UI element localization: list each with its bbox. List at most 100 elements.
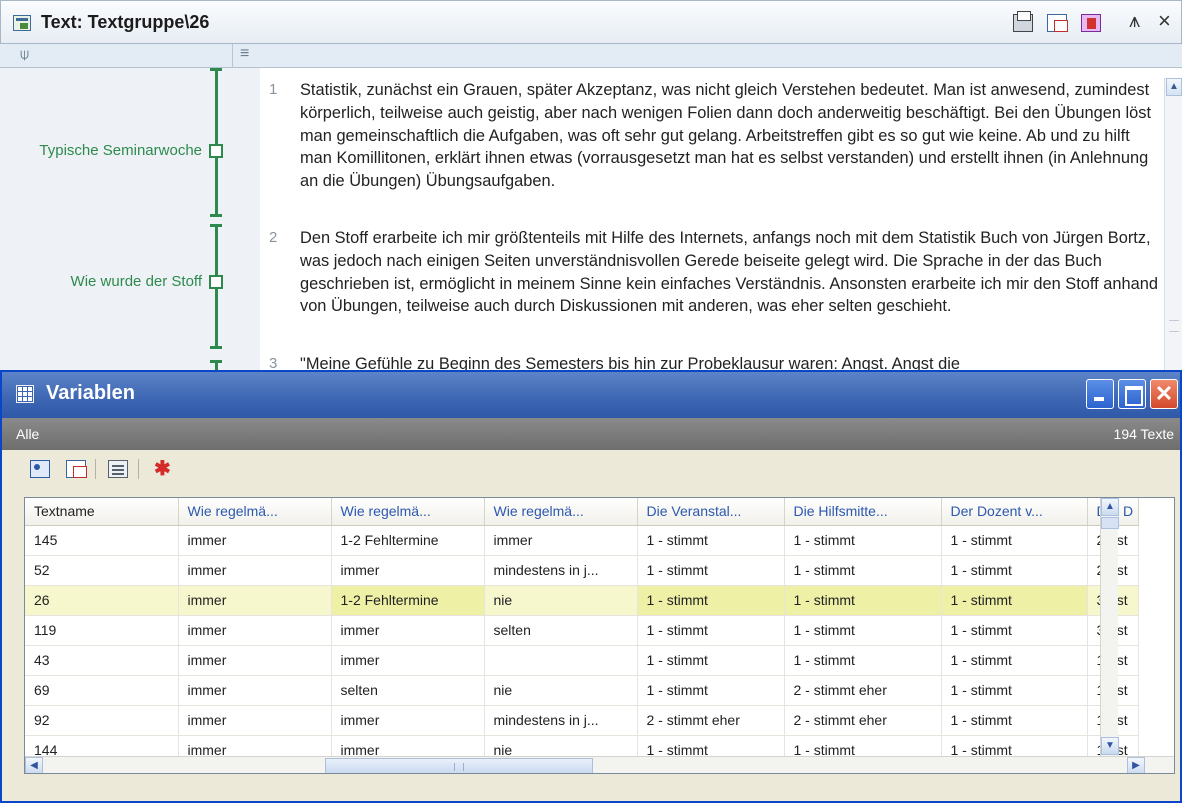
scroll-grip[interactable] [1169,320,1179,332]
collapse-icon[interactable]: ⩚ [1129,11,1140,31]
table-cell[interactable]: immer [178,585,332,616]
column-header[interactable]: Der Dozent v... [941,498,1088,526]
code-bracket-line[interactable] [215,68,218,216]
maximize-button[interactable] [1118,379,1146,409]
scroll-thumb[interactable] [325,758,593,773]
table-cell[interactable]: 1 - stimmt [637,585,785,616]
text-content-area[interactable]: 1 Statistik, zunächst ein Grauen, später… [260,68,1164,370]
table-cell[interactable]: immer [178,525,332,556]
table-row[interactable]: 43 immer immer 1 - stimmt 1 - stimmt 1 -… [25,645,1139,676]
table-cell[interactable]: 2 - stimmt eher [784,705,942,736]
paragraph-text[interactable]: Statistik, zunächst ein Grauen, später A… [300,79,1164,193]
table-cell[interactable]: 1 - stimmt [941,675,1088,706]
code-marker[interactable] [209,275,223,289]
table-cell[interactable]: 1 - stimmt [637,675,785,706]
minimize-button[interactable] [1086,379,1114,409]
table-cell[interactable]: 1 - stimmt [784,555,942,586]
scroll-down-icon[interactable]: ▼ [1101,737,1119,755]
table-cell[interactable]: 1 - stimmt [784,585,942,616]
code-label[interactable]: Typische Seminarwoche [39,142,202,159]
copy-icon[interactable] [66,460,87,478]
table-cell[interactable]: 1 - stimmt [941,705,1088,736]
table-cell[interactable]: immer [331,705,485,736]
table-cell[interactable]: immer [178,555,332,586]
select-variables-icon[interactable] [108,460,128,478]
table-cell[interactable]: selten [331,675,485,706]
table-cell[interactable]: 1-2 Fehltermine [331,525,485,556]
table-cell[interactable]: immer [484,525,638,556]
code-marker[interactable] [209,144,223,158]
close-button[interactable]: ✕ [1150,379,1178,409]
close-icon[interactable]: × [1158,10,1171,32]
cell-textname[interactable]: 92 [25,705,179,736]
cell-textname[interactable]: 119 [25,615,179,646]
table-cell[interactable]: 1 - stimmt [784,525,942,556]
cell-textname[interactable]: 52 [25,555,179,586]
cell-textname[interactable]: 43 [25,645,179,676]
table-cell[interactable] [484,645,638,676]
table-row[interactable]: 145 immer 1-2 Fehltermine immer 1 - stim… [25,525,1139,556]
paragraph-text[interactable]: "Meine Gefühle zu Beginn des Semesters b… [300,353,1164,370]
table-cell[interactable]: 1 - stimmt [637,615,785,646]
column-header[interactable]: Textname [25,498,179,526]
table-cell[interactable]: 1 - stimmt [941,555,1088,586]
table-row[interactable]: 52 immer immer mindestens in j... 1 - st… [25,555,1139,586]
table-cell[interactable]: immer [178,705,332,736]
text-vertical-scrollbar[interactable]: ▲ [1164,78,1182,370]
column-header[interactable]: Wie regelmä... [178,498,332,526]
scroll-thumb[interactable] [1101,517,1119,529]
column-header[interactable]: Wie regelmä... [484,498,638,526]
code-bracket-line[interactable] [215,360,218,370]
table-row[interactable]: 69 immer selten nie 1 - stimmt 2 - stimm… [25,675,1139,706]
table-cell[interactable]: mindestens in j... [484,705,638,736]
cell-textname[interactable]: 26 [25,585,179,616]
table-cell[interactable]: 1 - stimmt [784,615,942,646]
table-cell[interactable]: 2 - stimmt eher [784,675,942,706]
column-header[interactable]: Die Veranstal... [637,498,785,526]
variables-titlebar[interactable]: Variablen ✕ [2,372,1180,418]
table-cell[interactable]: 1 - stimmt [637,645,785,676]
table-cell[interactable]: 1 - stimmt [637,555,785,586]
table-horizontal-scrollbar[interactable]: ◀ ▶ [25,756,1174,773]
table-cell[interactable]: immer [331,615,485,646]
table-cell[interactable]: selten [484,615,638,646]
column-header[interactable]: Die Hilfsmitte... [784,498,942,526]
table-cell[interactable]: immer [331,645,485,676]
table-cell[interactable]: mindestens in j... [484,555,638,586]
cell-textname[interactable]: 69 [25,675,179,706]
table-cell[interactable]: 1 - stimmt [941,615,1088,646]
table-cell[interactable]: immer [178,615,332,646]
table-cell[interactable]: 1-2 Fehltermine [331,585,485,616]
table-cell[interactable]: 1 - stimmt [941,585,1088,616]
table-row-selected[interactable]: 26 immer 1-2 Fehltermine nie 1 - stimmt … [25,585,1139,616]
column-header[interactable]: Wie regelmä... [331,498,485,526]
paragraph-text[interactable]: Den Stoff erarbeite ich mir größtenteils… [300,227,1164,318]
table-cell[interactable]: 1 - stimmt [784,645,942,676]
table-cell[interactable]: 1 - stimmt [637,525,785,556]
copy-icon[interactable] [1047,14,1068,32]
table-cell[interactable]: 1 - stimmt [941,645,1088,676]
export-icon[interactable] [30,460,50,478]
table-cell[interactable]: immer [178,675,332,706]
code-label[interactable]: Wie wurde der Stoff [71,273,202,290]
table-row[interactable]: 119 immer immer selten 1 - stimmt 1 - st… [25,615,1139,646]
table-cell[interactable]: immer [178,645,332,676]
scroll-up-icon[interactable]: ▲ [1101,498,1119,516]
menu-lines-icon[interactable]: ≡ [240,45,249,63]
filter-label[interactable]: Alle [16,426,39,442]
table-cell[interactable]: nie [484,675,638,706]
cell-textname[interactable]: 145 [25,525,179,556]
filter-icon[interactable] [1081,14,1101,32]
print-icon[interactable] [1013,11,1033,32]
table-vertical-scrollbar[interactable]: ▲ ▼ [1100,498,1119,756]
anchor-icon[interactable]: ⍦ [20,46,29,63]
table-cell[interactable]: 1 - stimmt [941,525,1088,556]
scroll-up-icon[interactable]: ▲ [1166,78,1182,96]
scroll-right-icon[interactable]: ▶ [1127,757,1145,773]
run-icon[interactable]: ✱ [154,459,174,479]
scroll-left-icon[interactable]: ◀ [25,757,43,773]
table-row[interactable]: 92 immer immer mindestens in j... 2 - st… [25,705,1139,736]
table-cell[interactable]: 2 - stimmt eher [637,705,785,736]
table-cell[interactable]: nie [484,585,638,616]
table-cell[interactable]: immer [331,555,485,586]
